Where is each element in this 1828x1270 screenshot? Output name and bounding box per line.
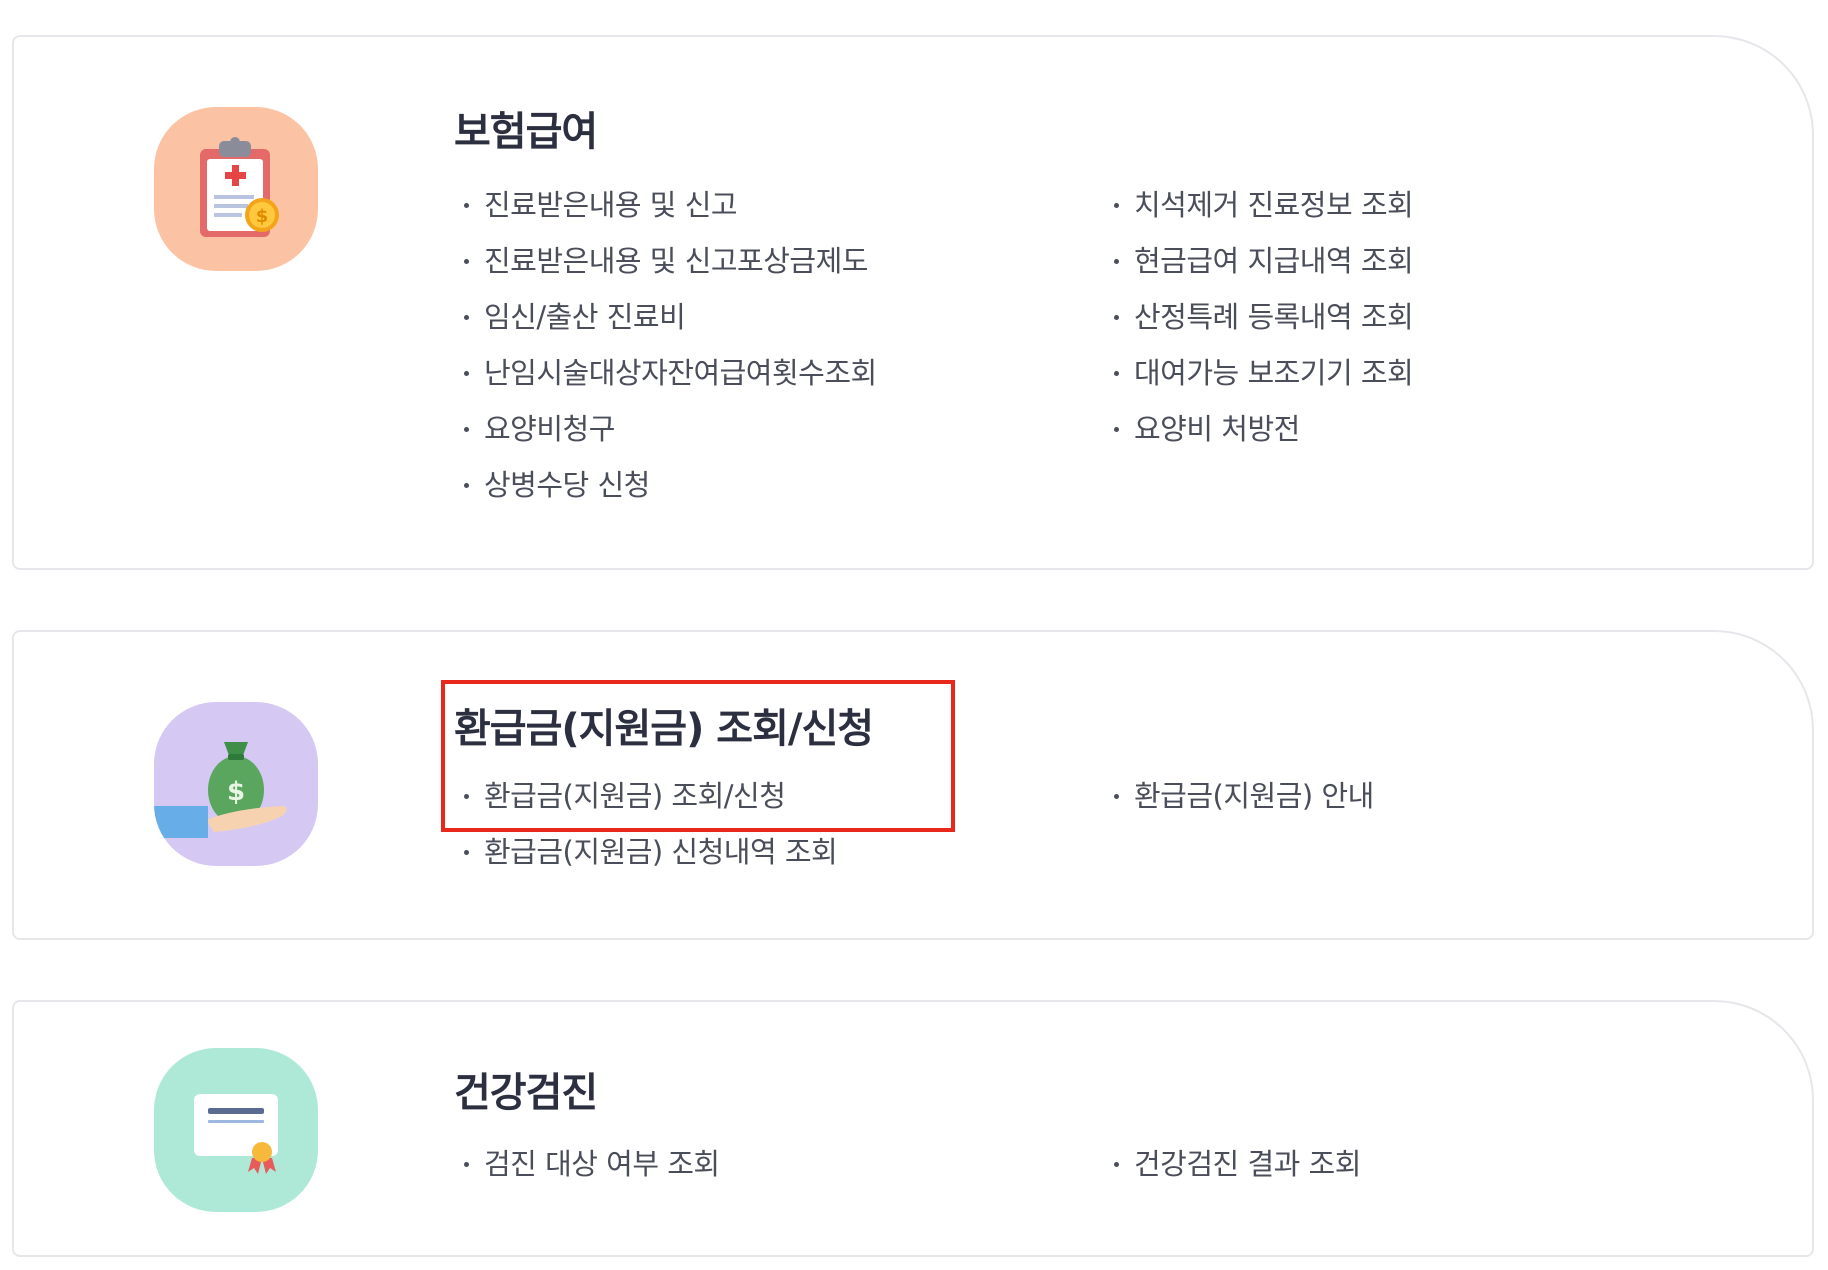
link-care-cost-claim[interactable]: 요양비청구 (462, 401, 877, 457)
insurance-benefit-card: $ 보험급여 진료받은내용 및 신고 진료받은내용 및 신고포상금제도 임신/출… (12, 35, 1814, 570)
right-link-list: 건강검진 결과 조회 (1112, 1136, 1361, 1192)
clipboard-coin-icon: $ (154, 107, 318, 271)
link-assistive-device-rental[interactable]: 대여가능 보조기기 조회 (1112, 345, 1414, 401)
right-link-list: 환급금(지원금) 안내 (1112, 768, 1374, 824)
money-bag-hand-icon: $ (154, 702, 318, 866)
right-link-list: 치석제거 진료정보 조회 현금급여 지급내역 조회 산정특례 등록내역 조회 대… (1112, 177, 1414, 457)
link-infertility-remaining[interactable]: 난임시술대상자잔여급여횟수조회 (462, 345, 877, 401)
link-refund-history[interactable]: 환급금(지원금) 신청내역 조회 (462, 824, 838, 880)
link-treatment-report[interactable]: 진료받은내용 및 신고 (462, 177, 877, 233)
link-checkup-eligibility[interactable]: 검진 대상 여부 조회 (462, 1136, 720, 1192)
svg-text:$: $ (256, 206, 269, 227)
highlight-box (441, 680, 955, 832)
link-care-prescription[interactable]: 요양비 처방전 (1112, 401, 1413, 457)
link-treatment-report-reward[interactable]: 진료받은내용 및 신고포상금제도 (462, 233, 877, 289)
link-sickness-allowance[interactable]: 상병수당 신청 (462, 457, 877, 513)
health-checkup-card: 건강검진 검진 대상 여부 조회 건강검진 결과 조회 (12, 1000, 1814, 1257)
refund-card: $ 환급금(지원금) 조회/신청 환급금(지원금) 조회/신청 환급금(지원금)… (12, 630, 1814, 940)
link-pregnancy-cost[interactable]: 임신/출산 진료비 (462, 289, 877, 345)
link-cash-benefit-history[interactable]: 현금급여 지급내역 조회 (1112, 233, 1414, 289)
svg-text:$: $ (227, 777, 245, 807)
section-title: 보험급여 (454, 109, 598, 155)
link-refund-guide[interactable]: 환급금(지원금) 안내 (1112, 768, 1374, 824)
left-link-list: 진료받은내용 및 신고 진료받은내용 및 신고포상금제도 임신/출산 진료비 난… (462, 177, 877, 513)
section-title: 건강검진 (454, 1070, 598, 1116)
link-checkup-result[interactable]: 건강검진 결과 조회 (1112, 1136, 1361, 1192)
link-scaling-info[interactable]: 치석제거 진료정보 조회 (1112, 177, 1414, 233)
certificate-ribbon-icon (154, 1048, 318, 1212)
left-link-list: 검진 대상 여부 조회 (462, 1136, 720, 1192)
link-special-case-registration[interactable]: 산정특례 등록내역 조회 (1112, 289, 1414, 345)
